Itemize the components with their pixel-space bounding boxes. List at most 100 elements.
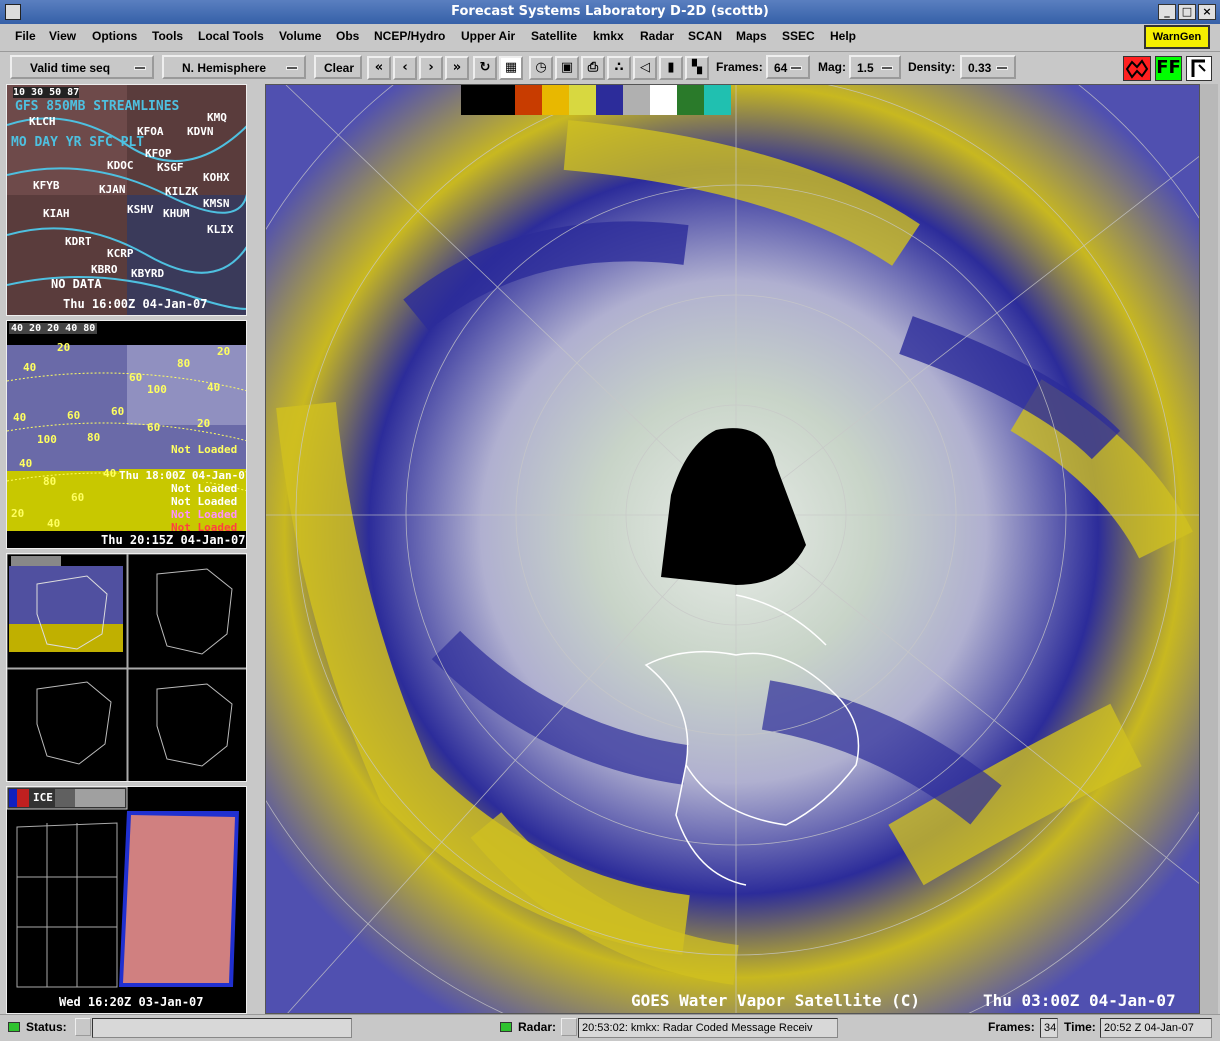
ice-label: ICE (33, 791, 53, 804)
dropdown-icon (996, 66, 1008, 70)
contour-value: 40 (47, 517, 61, 530)
surface-time: Thu 16:00Z 04-Jan-07 (63, 297, 208, 311)
print-icon[interactable]: ⎙ (581, 56, 605, 80)
radar-message: 20:53:02: kmkx: Radar Coded Message Rece… (578, 1018, 838, 1038)
d2d-window: Forecast Systems Laboratory D-2D (scottb… (0, 0, 1220, 1041)
colortable-icon[interactable]: ▣ (555, 56, 579, 80)
menu-tools[interactable]: Tools (152, 29, 183, 43)
menu-obs[interactable]: Obs (336, 29, 359, 43)
menu-ncep-hydro[interactable]: NCEP/Hydro (374, 29, 445, 43)
status-led-icon (8, 1022, 20, 1032)
frames-status-label: Frames: (988, 1020, 1035, 1034)
menu-upper-air[interactable]: Upper Air (461, 29, 515, 43)
alert-icon[interactable] (1123, 56, 1151, 81)
station-id: KMSN (203, 197, 230, 210)
menu-scan[interactable]: SCAN (688, 29, 722, 43)
station-id: KOHX (203, 171, 230, 184)
density-value: 0.33 (968, 61, 992, 75)
maximize-icon[interactable]: □ (1178, 4, 1196, 20)
status-bar: Status: Radar: 20:53:02: kmkx: Radar Cod… (0, 1014, 1220, 1041)
station-id: KBRO (91, 263, 118, 276)
dropdown-icon (134, 66, 146, 70)
radar-label: Radar: (518, 1020, 557, 1034)
station-id: KCRP (107, 247, 134, 260)
menu-bar: File View Options Tools Local Tools Volu… (0, 24, 1220, 52)
status-expand-icon[interactable] (75, 1018, 91, 1036)
station-id: KLIX (207, 223, 234, 236)
time-mode-value: Valid time seq (30, 61, 111, 75)
contour-time: Thu 20:15Z 04-Jan-07 (101, 533, 246, 547)
menu-ssec[interactable]: SSEC (782, 29, 815, 43)
clear-label: Clear (324, 61, 355, 75)
menu-help[interactable]: Help (830, 29, 856, 43)
clear-button[interactable]: Clear (314, 55, 362, 79)
side-panel-contours[interactable]: 40 20 20 40 80 20 40 60 80 100 60 40 20 … (6, 320, 247, 549)
mag-select[interactable]: 1.5 (849, 55, 901, 79)
ff-button[interactable]: FF (1155, 56, 1182, 81)
warngen-button[interactable]: WarnGen (1144, 25, 1210, 49)
four-pane-graphic (7, 554, 246, 781)
close-icon[interactable]: × (1198, 4, 1216, 20)
time-mode-select[interactable]: Valid time seq (10, 55, 154, 79)
contour-value: 40 (13, 411, 27, 424)
first-frame-icon[interactable]: « (367, 56, 391, 80)
not-loaded-label: Not Loaded (171, 495, 238, 508)
water-vapor-colorbar (461, 85, 731, 115)
station-id: KHUM (163, 207, 190, 220)
not-loaded-label: Not Loaded (171, 482, 238, 495)
loop-icon[interactable]: ↻ (473, 56, 497, 80)
colorbar-swatch (542, 85, 569, 115)
main-map-display[interactable]: GOES Water Vapor Satellite (C) Thu 03:00… (265, 84, 1200, 1014)
radar-led-icon (500, 1022, 512, 1032)
contour-value: 20 (217, 345, 231, 358)
contour-value: 20 (11, 507, 25, 520)
station-id: KSHV (127, 203, 154, 216)
menu-local-tools[interactable]: Local Tools (198, 29, 264, 43)
menu-maps[interactable]: Maps (736, 29, 767, 43)
radar-expand-icon[interactable] (561, 1018, 577, 1036)
streamlines-label: GFS 850MB STREAMLINES (15, 99, 180, 114)
status-label: Status: (26, 1020, 67, 1034)
frames-select[interactable]: 64 (766, 55, 810, 79)
clock-icon[interactable]: ◷ (529, 56, 553, 80)
side-panel-ice[interactable]: ICE Wed 16:20Z 03-Jan-07 (6, 786, 247, 1014)
side-panel-four-pane[interactable] (6, 553, 247, 782)
side-panel-surface[interactable]: 10 30 50 87 GFS 850MB STREAMLINES MO DAY… (6, 84, 247, 316)
contour-value: 20 (197, 417, 211, 430)
cursor-icon[interactable] (1186, 56, 1212, 81)
menu-kmkx[interactable]: kmkx (593, 29, 624, 43)
menu-file[interactable]: File (15, 29, 36, 43)
contour-value: 100 (37, 433, 57, 446)
step-forward-icon[interactable]: › (419, 56, 443, 80)
mag-label: Mag: (818, 60, 846, 74)
frames-label: Frames: (716, 60, 763, 74)
contour-value: 40 (103, 467, 117, 480)
contour-value: 40 (19, 457, 33, 470)
product-label: GOES Water Vapor Satellite (C) (631, 991, 920, 1010)
points-icon[interactable]: ∴ (607, 56, 631, 80)
surface-colorbar-label: 10 30 50 87 (13, 87, 80, 98)
menu-radar[interactable]: Radar (640, 29, 674, 43)
contour-value: 40 (207, 381, 221, 394)
minimize-icon[interactable]: _ (1158, 4, 1176, 20)
projection-select[interactable]: N. Hemisphere (162, 55, 306, 79)
menu-options[interactable]: Options (92, 29, 137, 43)
last-frame-icon[interactable]: » (445, 56, 469, 80)
image-properties-icon[interactable]: ▦ (499, 56, 523, 80)
step-back-icon[interactable]: ‹ (393, 56, 417, 80)
density-select[interactable]: 0.33 (960, 55, 1016, 79)
contour-value: 40 (23, 361, 37, 374)
contour-value: 20 (57, 341, 71, 354)
single-pane-icon[interactable]: ▮ (659, 56, 683, 80)
no-data-label: NO DATA (51, 277, 102, 291)
baseline-icon[interactable]: ◁ (633, 56, 657, 80)
menu-satellite[interactable]: Satellite (531, 29, 577, 43)
station-id: KLCH (29, 115, 56, 128)
toolbar: Valid time seq N. Hemisphere Clear « ‹ ›… (0, 53, 1220, 83)
four-pane-icon[interactable]: ▚ (685, 56, 709, 80)
menu-view[interactable]: View (49, 29, 76, 43)
map-scrollbar[interactable] (1200, 84, 1218, 1014)
density-label: Density: (908, 60, 956, 74)
menu-volume[interactable]: Volume (279, 29, 321, 43)
contour-colorbar-label: 40 20 20 40 80 (9, 323, 98, 334)
